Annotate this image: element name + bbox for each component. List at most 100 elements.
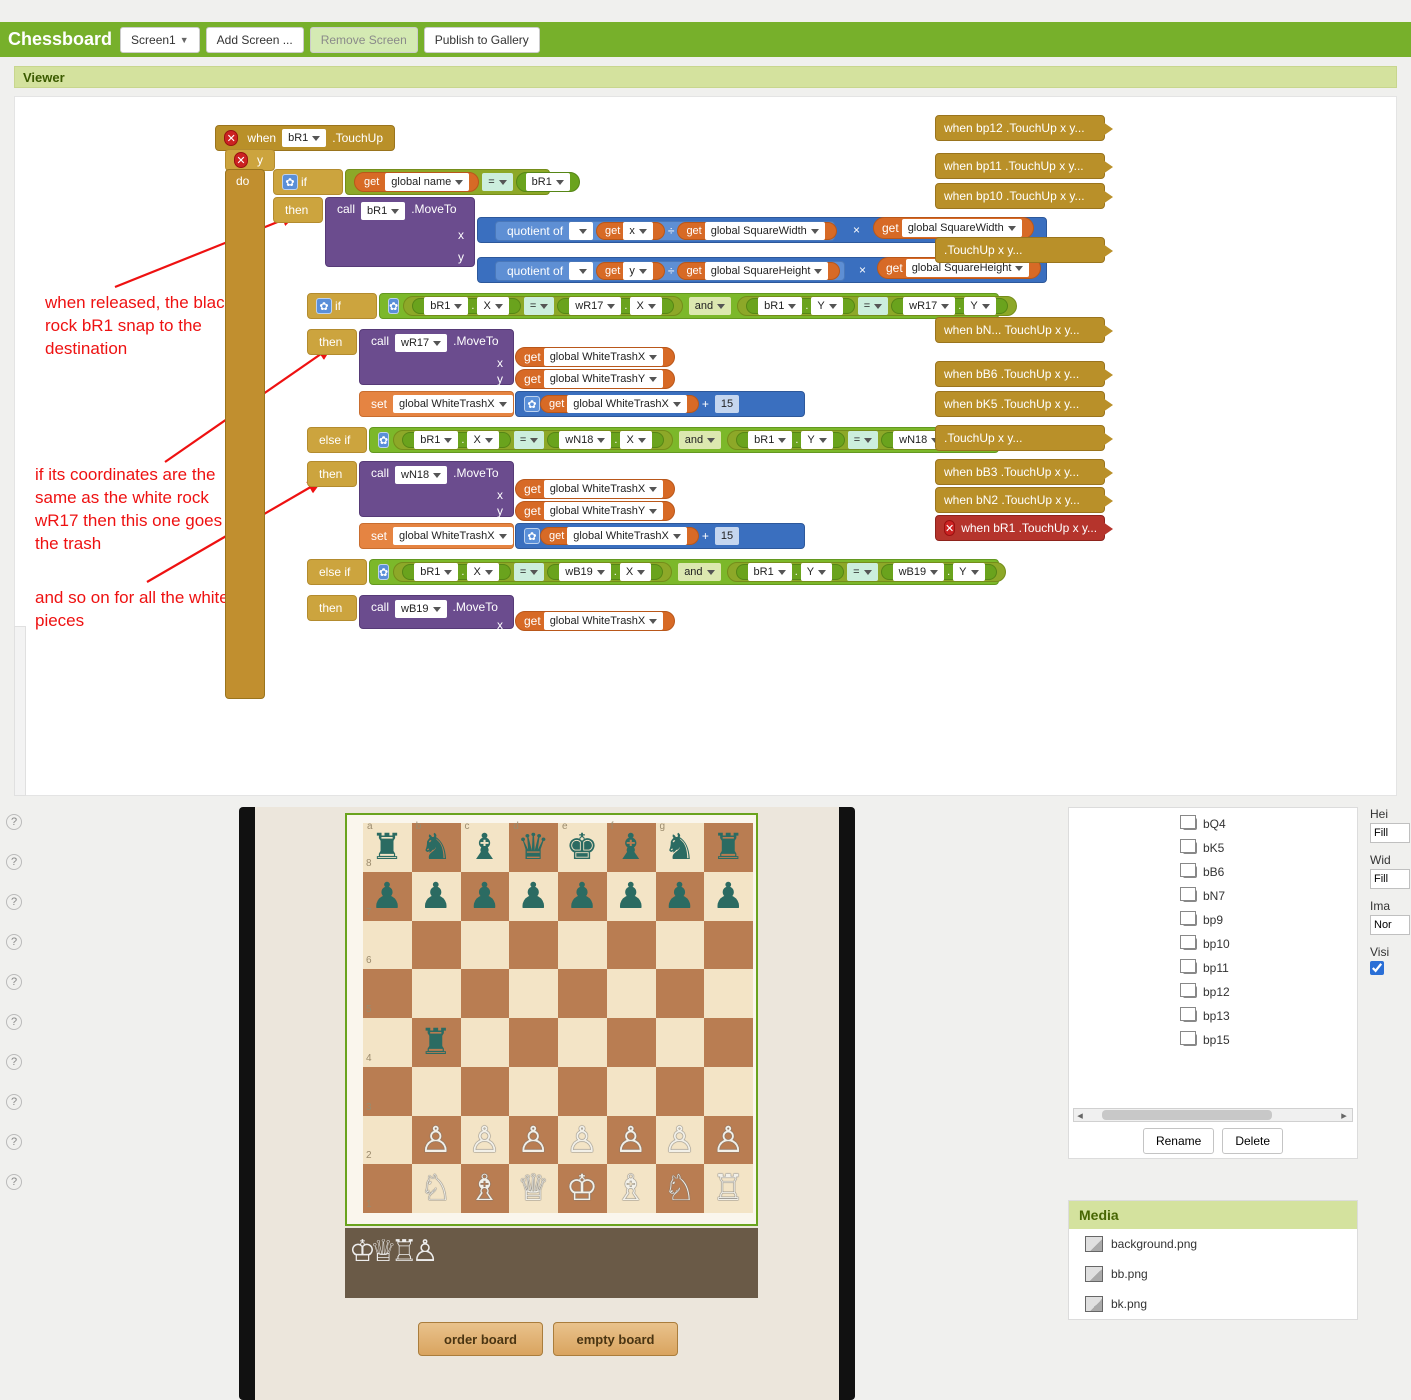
prop-width-input[interactable] [1370, 869, 1410, 889]
gear-icon[interactable]: ✿ [282, 174, 298, 190]
board-square[interactable] [412, 921, 461, 970]
chess-piece[interactable]: ♙ [461, 1116, 509, 1164]
collapsed-event-block[interactable]: when bK5 .TouchUp x y... [935, 391, 1105, 417]
add-screen-button[interactable]: Add Screen ... [206, 27, 304, 53]
gear-icon[interactable]: ✿ [316, 298, 332, 314]
board-square[interactable] [607, 921, 656, 970]
gear-icon[interactable]: ✿ [388, 298, 399, 314]
collapsed-event-block[interactable]: when bN... TouchUp x y... [935, 317, 1105, 343]
chess-piece[interactable]: ♟ [461, 872, 509, 920]
chess-piece[interactable]: ♙ [704, 1116, 752, 1164]
blocks-canvas[interactable]: when released, the black rock bR1 snap t… [14, 96, 1397, 796]
chess-piece[interactable]: ♙ [558, 1116, 606, 1164]
collapsed-event-block[interactable]: when bB3 .TouchUp x y... [935, 459, 1105, 485]
board-square[interactable] [509, 969, 558, 1018]
help-icon[interactable]: ? [6, 974, 22, 990]
help-icon[interactable]: ? [6, 1174, 22, 1190]
chess-piece[interactable]: ♝ [607, 823, 655, 871]
board-square[interactable] [704, 1067, 753, 1116]
call-moveto-wB19[interactable]: call wB19 .MoveTo x [359, 595, 514, 629]
board-square[interactable] [656, 969, 705, 1018]
board-square[interactable] [607, 969, 656, 1018]
gear-icon[interactable]: ✿ [524, 528, 540, 544]
collapsed-event-block[interactable]: when bN2 .TouchUp x y... [935, 487, 1105, 513]
component-item[interactable]: bp9 [1179, 908, 1354, 932]
components-tree[interactable]: bQ4bK5bB6bN7bp9bp10bp11bp12bp13bp15 [1179, 812, 1354, 1112]
get-wtx2[interactable]: getglobal WhiteTrashX [515, 479, 675, 499]
delete-button[interactable]: Delete [1222, 1128, 1283, 1154]
collapsed-event-block[interactable]: .TouchUp x y... [935, 237, 1105, 263]
board-square[interactable] [656, 921, 705, 970]
chess-piece[interactable]: ♟ [363, 872, 411, 920]
prop-visible-checkbox[interactable] [1370, 961, 1384, 975]
component-item[interactable]: bK5 [1179, 836, 1354, 860]
chess-piece[interactable]: ♙ [656, 1116, 704, 1164]
help-icon[interactable]: ? [6, 1094, 22, 1110]
chess-piece[interactable]: ♟ [704, 872, 752, 920]
board-square[interactable] [461, 921, 510, 970]
media-item[interactable]: bk.png [1069, 1289, 1357, 1319]
component-item[interactable]: bp13 [1179, 1004, 1354, 1028]
media-item[interactable]: bb.png [1069, 1259, 1357, 1289]
block-when-header[interactable]: ✕ when bR1 .TouchUp [215, 125, 395, 151]
plus15-2[interactable]: ✿ getglobal WhiteTrashX + 15 [515, 523, 805, 549]
quot-y[interactable]: quotient of gety ÷ getglobal SquareHeigh… [495, 261, 845, 281]
elseif-cond-1[interactable]: ✿ bR1.X = wN18.X and bR1.Y = wN18.Y [369, 427, 999, 453]
quot-x[interactable]: quotient of getx ÷ getglobal SquareWidth [495, 221, 835, 241]
call-moveto-wN18[interactable]: call wN18 .MoveTo x y [359, 461, 514, 517]
chess-piece[interactable]: ♕ [509, 1164, 557, 1212]
board-square[interactable] [509, 1067, 558, 1116]
component-item[interactable]: bp15 [1179, 1028, 1354, 1052]
chessboard[interactable]: 87654321abcdefg♜♞♝♛♚♝♞♜♟♟♟♟♟♟♟♟♜♙♙♙♙♙♙♙♘… [345, 813, 758, 1226]
component-item[interactable]: bB6 [1179, 860, 1354, 884]
publish-button[interactable]: Publish to Gallery [424, 27, 540, 53]
chess-piece[interactable]: ♔ [558, 1164, 606, 1212]
prop-height-input[interactable] [1370, 823, 1410, 843]
collapsed-event-block[interactable]: when bB6 .TouchUp x y... [935, 361, 1105, 387]
board-square[interactable] [607, 1067, 656, 1116]
get-wty2[interactable]: getglobal WhiteTrashY [515, 501, 675, 521]
board-square[interactable] [509, 1018, 558, 1067]
if-condition[interactable]: get global name = bR1 [345, 169, 550, 195]
if-block[interactable]: ✿ if [273, 169, 343, 195]
block-xy-params[interactable]: ✕ y [225, 149, 275, 171]
chess-piece[interactable]: ♘ [656, 1164, 704, 1212]
chess-piece[interactable]: ♗ [607, 1164, 655, 1212]
set-wtx-1[interactable]: set global WhiteTrashX to [359, 391, 514, 417]
board-square[interactable] [558, 969, 607, 1018]
collapsed-event-block[interactable]: when bp11 .TouchUp x y... [935, 153, 1105, 179]
chess-piece[interactable]: ♛ [509, 823, 557, 871]
scroll-left-icon[interactable]: ◂ [1074, 1109, 1086, 1122]
components-hscroll[interactable]: ◂ ▸ [1073, 1108, 1353, 1122]
collapsed-event-block[interactable]: when bp12 .TouchUp x y... [935, 115, 1105, 141]
gear-icon[interactable]: ✿ [378, 432, 389, 448]
component-item[interactable]: bp12 [1179, 980, 1354, 1004]
chess-piece[interactable]: ♙ [607, 1116, 655, 1164]
order-board-button[interactable]: order board [418, 1322, 543, 1356]
screen-dropdown[interactable]: Screen1 ▼ [120, 27, 200, 53]
scroll-thumb[interactable] [1102, 1110, 1272, 1120]
media-item[interactable]: background.png [1069, 1229, 1357, 1259]
elseif-cond-2[interactable]: ✿ bR1.X = wB19.X and bR1.Y = wB19.Y [369, 559, 999, 585]
close-icon[interactable]: ✕ [234, 152, 248, 168]
call-moveto-bR1[interactable]: call bR1 .MoveTo x y [325, 197, 475, 267]
help-icon[interactable]: ? [6, 894, 22, 910]
board-square[interactable] [704, 1018, 753, 1067]
board-square[interactable] [461, 1067, 510, 1116]
help-icon[interactable]: ? [6, 1054, 22, 1070]
board-square[interactable] [704, 921, 753, 970]
if2-cond[interactable]: ✿ bR1.X = wR17.X and bR1.Y = wR17.Y [379, 293, 999, 319]
get-wtx3[interactable]: getglobal WhiteTrashX [515, 611, 675, 631]
empty-board-button[interactable]: empty board [553, 1322, 678, 1356]
chess-piece[interactable]: ♘ [412, 1164, 460, 1212]
chess-piece[interactable]: ♟ [607, 872, 655, 920]
board-square[interactable] [461, 969, 510, 1018]
collapsed-event-block[interactable]: .TouchUp x y... [935, 425, 1105, 451]
if2[interactable]: ✿if [307, 293, 377, 319]
help-icon[interactable]: ? [6, 934, 22, 950]
chess-piece[interactable]: ♟ [412, 872, 460, 920]
rename-button[interactable]: Rename [1143, 1128, 1214, 1154]
set-wtx-2[interactable]: setglobal WhiteTrashXto [359, 523, 514, 549]
chess-piece[interactable]: ♟ [509, 872, 557, 920]
board-square[interactable] [656, 1018, 705, 1067]
